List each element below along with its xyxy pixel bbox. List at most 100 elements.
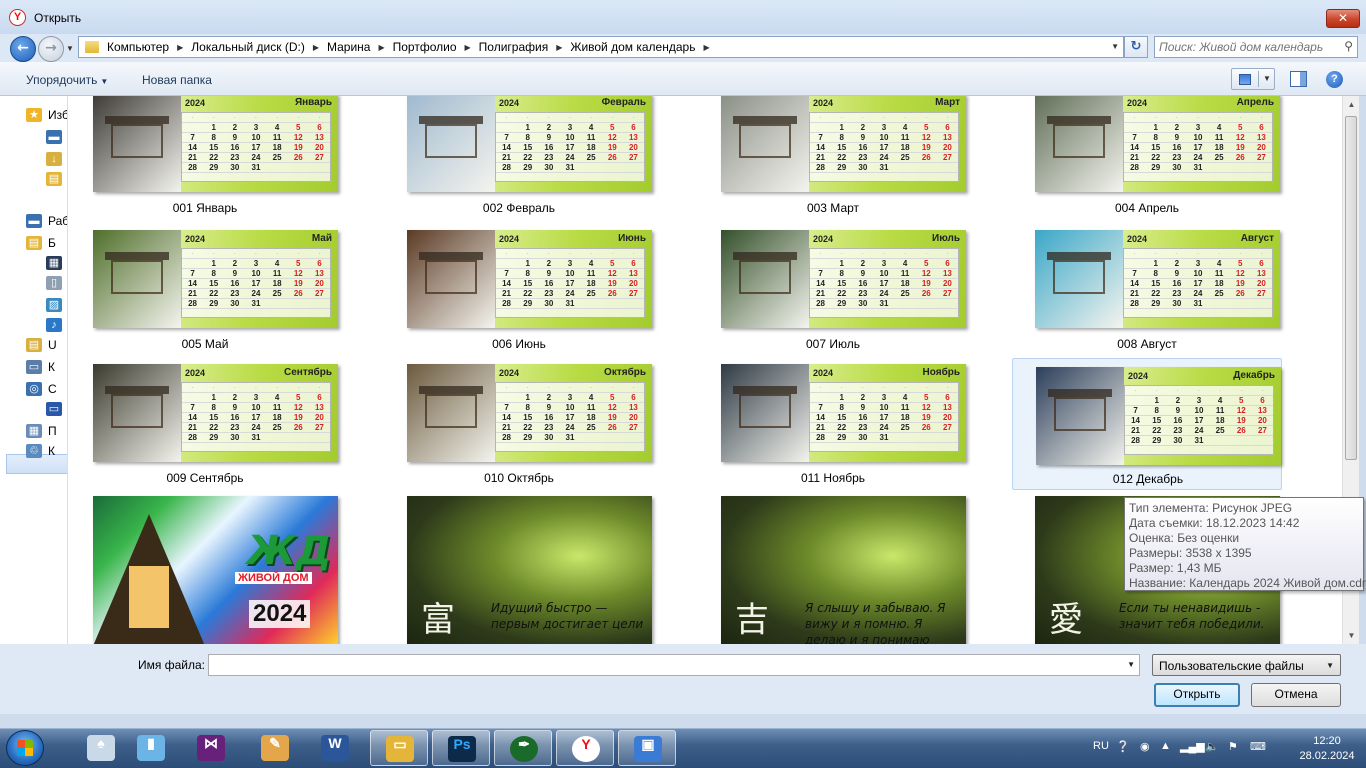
- calendar-day: 3: [253, 259, 259, 268]
- chevron-right-icon[interactable]: ▶: [461, 43, 475, 52]
- sidebar-item[interactable]: ♪: [46, 316, 67, 334]
- keyboard-icon[interactable]: ⌨: [1250, 740, 1266, 753]
- sidebar-item[interactable]: ▤Я: [46, 170, 67, 188]
- help-button[interactable]: ?: [1326, 71, 1343, 88]
- address-bar[interactable]: Компьютер ▶ Локальный диск (D:) ▶ Марина ▶ Пор…: [78, 36, 1124, 58]
- file-item[interactable]: ЖД ЖИВОЙ ДОМ 2024: [70, 496, 340, 644]
- cancel-button[interactable]: Отмена: [1251, 683, 1341, 707]
- calendar-day: 1: [839, 123, 844, 132]
- file-item[interactable]: 2024 Январь · · · · · · · 1 2 3 4 5 6 7 8 9 10 11 12 13 14 15 16…: [70, 96, 340, 226]
- chevron-right-icon[interactable]: ▶: [173, 43, 187, 52]
- breadcrumb-item[interactable]: Портфолио: [389, 40, 461, 54]
- taskbar-yandex[interactable]: Y: [556, 730, 614, 766]
- taskbar-word[interactable]: W: [306, 730, 364, 766]
- refresh-button[interactable]: ↻: [1124, 36, 1148, 58]
- sidebar-item[interactable]: ↓З: [46, 150, 67, 168]
- sidebar-item[interactable]: ▦ П: [26, 422, 57, 440]
- sidebar-item[interactable]: ▭ К: [26, 358, 55, 376]
- taskbar-notes[interactable]: ▮: [122, 730, 180, 766]
- file-item[interactable]: 2024 Сентябрь · · · · · · · 1 2 3 4 5 6 7 8 9 10 11 12 13 14 15…: [70, 364, 340, 496]
- change-view-button[interactable]: ▼: [1231, 68, 1275, 90]
- calendar-day: 14: [502, 413, 512, 422]
- file-item[interactable]: 2024 Март · · · · · · · 1 2 3 4 5 6 7 8 9 10 11 12 13 14 15 16 17…: [698, 96, 968, 226]
- sidebar-item[interactable]: ▯: [46, 274, 67, 292]
- breadcrumb-item[interactable]: Компьютер: [103, 40, 173, 54]
- sidebar-item[interactable]: ◎ С: [26, 380, 57, 398]
- file-item[interactable]: 2024 Февраль · · · · · · · 1 2 3 4 5 6 7 8 9 10 11 12 13 14 15 1…: [384, 96, 654, 226]
- open-button[interactable]: Открыть: [1154, 683, 1240, 707]
- file-item[interactable]: 2024 Июнь · · · · · · · 1 2 3 4 5 6 7 8 9 10 11 12 13 14 15 16 17…: [384, 230, 654, 362]
- sidebar-item[interactable]: ▦: [46, 254, 67, 272]
- taskbar-image-viewer[interactable]: ▣: [618, 730, 676, 766]
- taskbar-paint[interactable]: ✎: [246, 730, 304, 766]
- preview-pane-button[interactable]: [1290, 71, 1307, 87]
- sidebar-item[interactable]: ♲ К: [26, 442, 55, 460]
- calendar-day: 20: [314, 143, 324, 152]
- breadcrumb-item[interactable]: Марина: [323, 40, 374, 54]
- filetype-select[interactable]: Пользовательские файлы ▼: [1152, 654, 1341, 676]
- taskbar-explorer[interactable]: ▭: [370, 730, 428, 766]
- breadcrumb-item[interactable]: Локальный диск (D:): [187, 40, 309, 54]
- taskbar-visual-studio[interactable]: ⋈: [182, 730, 240, 766]
- search-input[interactable]: [1159, 39, 1333, 55]
- file-item[interactable]: 2024 Ноябрь · · · · · · · 1 2 3 4 5 6 7 8 9 10 11 12 13 14 15 16…: [698, 364, 968, 496]
- sidebar-item[interactable]: ▨: [46, 296, 67, 314]
- file-name: 004 Апрель: [1114, 201, 1180, 215]
- chevron-right-icon[interactable]: ▶: [374, 43, 388, 52]
- new-folder-button[interactable]: Новая папка: [142, 73, 212, 87]
- weekday: ·: [1239, 115, 1242, 121]
- file-item[interactable]: 2024 Октябрь · · · · · · · 1 2 3 4 5 6 7 8 9 10 11 12 13 14 15 1…: [384, 364, 654, 496]
- house-photo: [407, 96, 495, 192]
- file-item[interactable]: 富 Идущий быстро — первым достигает цели: [384, 496, 654, 644]
- sidebar-item[interactable]: ▬Р: [46, 128, 67, 146]
- weekday: ·: [297, 385, 300, 391]
- chevron-down-icon[interactable]: ▼: [1263, 74, 1271, 83]
- breadcrumb-item[interactable]: Полиграфия: [475, 40, 553, 54]
- search-box[interactable]: ⚲: [1154, 36, 1358, 58]
- chevron-down-icon[interactable]: ▼: [1127, 660, 1135, 669]
- close-button[interactable]: ✕: [1326, 9, 1360, 28]
- filename-input[interactable]: [212, 657, 1112, 673]
- calendar-day: 20: [314, 413, 324, 422]
- taskbar-coreldraw[interactable]: ✒: [494, 730, 552, 766]
- flag-icon[interactable]: ⚑: [1228, 740, 1238, 753]
- forward-button[interactable]: →: [38, 36, 64, 62]
- volume-icon[interactable]: 🔈: [1205, 740, 1219, 753]
- recent-pages-dropdown[interactable]: ▼: [66, 44, 74, 53]
- language-indicator[interactable]: RU: [1093, 740, 1109, 752]
- file-item[interactable]: 2024 Июль · · · · · · · 1 2 3 4 5 6 7 8 9 10 11 12 13 14 15 16 17…: [698, 230, 968, 362]
- calendar-day: 2: [546, 393, 552, 402]
- poem-text: Я слышу и забываю. Я вижу и я помню. Я д…: [805, 601, 946, 644]
- file-item[interactable]: 吉 Я слышу и забываю. Я вижу и я помню. Я …: [698, 496, 968, 644]
- chevron-right-icon[interactable]: ▶: [552, 43, 566, 52]
- chevron-right-icon[interactable]: ▶: [309, 43, 323, 52]
- scroll-down-arrow[interactable]: ▼: [1343, 627, 1360, 644]
- file-item[interactable]: 2024 Август · · · · · · · 1 2 3 4 5 6 7 8 9 10 11 12 13 14 15 16…: [1012, 230, 1282, 362]
- calendar-month: Сентябрь: [284, 367, 332, 378]
- calendar-day: 8: [1153, 133, 1158, 142]
- file-item[interactable]: 2024 Апрель · · · · · · · 1 2 3 4 5 6 7 8 9 10 11 12 13 14 15 16…: [1012, 96, 1282, 226]
- scroll-up-arrow[interactable]: ▲: [1343, 96, 1360, 113]
- address-history-dropdown[interactable]: ▼: [1111, 42, 1119, 51]
- sidebar-item[interactable]: ▭: [46, 400, 67, 418]
- organize-button[interactable]: Упорядочить ▼: [26, 73, 108, 87]
- help-tray-icon[interactable]: ❔: [1116, 740, 1130, 753]
- sidebar-item[interactable]: ★ Изб: [26, 106, 67, 124]
- start-button[interactable]: [6, 730, 44, 766]
- clock[interactable]: 12:20 28.02.2024: [1292, 734, 1362, 764]
- back-button[interactable]: ←: [10, 36, 36, 62]
- sidebar-item[interactable]: ▬ Раб: [26, 212, 67, 230]
- sidebar-item[interactable]: ▤ U: [26, 336, 57, 354]
- show-hidden-icons-icon[interactable]: ▲: [1160, 740, 1171, 752]
- network-signal-icon[interactable]: ▂▄▆: [1180, 740, 1205, 753]
- sidebar-item[interactable]: ▤ Б: [26, 234, 56, 252]
- filename-combobox[interactable]: ▼: [208, 654, 1140, 676]
- tray-app-icon[interactable]: ◉: [1140, 740, 1150, 753]
- scrollbar-thumb[interactable]: [1345, 116, 1357, 460]
- file-item[interactable]: 2024 Май · · · · · · · 1 2 3 4 5 6 7 8 9 10 11 12 13 14 15 16 17 1…: [70, 230, 340, 362]
- file-item[interactable]: 2024 Декабрь · · · · · · · 1 2 3 4 5 6 7 8 9 10 11 12 13 14 15 1…: [1012, 358, 1282, 490]
- calendar-day: 11: [586, 403, 596, 412]
- chevron-right-icon[interactable]: ▶: [699, 43, 713, 52]
- breadcrumb-item[interactable]: Живой дом календарь: [566, 40, 699, 54]
- taskbar-photoshop[interactable]: Ps: [432, 730, 490, 766]
